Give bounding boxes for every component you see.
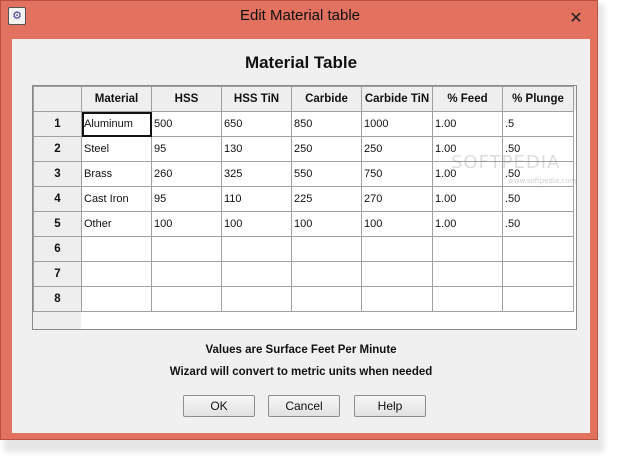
row-header[interactable]: 8 [33,286,82,312]
column-header-carbide-tin[interactable]: Carbide TiN [361,86,433,112]
page-title: Material Table [244,53,358,72]
units-note: Values are Surface Feet Per Minute [205,344,397,356]
table-cell[interactable]: Aluminum [81,111,152,137]
table-cell[interactable]: 325 [221,161,292,187]
table-cell[interactable]: 110 [221,186,292,212]
table-cell[interactable] [151,261,222,287]
table-cell[interactable] [221,236,292,262]
table-row: 4 Cast Iron 95 110 225 270 1.00.50 [33,186,574,212]
column-header-hss-tin[interactable]: HSS TiN [221,86,292,112]
table-cell[interactable]: 1.00 [432,161,503,187]
column-header-carbide[interactable]: Carbide [291,86,362,112]
table-cell[interactable]: 500 [151,111,222,137]
table-cell[interactable] [432,286,503,312]
table-cell[interactable]: 1.00 [432,186,503,212]
material-table: Material HSS HSS TiN Carbide Carbide TiN… [33,86,574,312]
table-row: 3 Brass 260 325 550 750 1.00.50 [33,161,574,187]
table-cell[interactable]: 850 [291,111,362,137]
table-cell[interactable]: 650 [221,111,292,137]
material-table-grid[interactable]: Material HSS HSS TiN Carbide Carbide TiN… [32,85,577,330]
table-cell[interactable]: .50 [502,211,574,237]
table-cell[interactable] [81,286,152,312]
table-cell[interactable]: 100 [291,211,362,237]
table-row: 5 Other 100 100 100 100 1.00.50 [33,211,574,237]
table-cell[interactable]: 250 [291,136,362,162]
table-cell[interactable] [151,286,222,312]
table-row: 6 [33,236,574,262]
table-cell[interactable] [502,286,574,312]
table-row: 2 Steel 95 130 250 250 1.00.50 [33,136,574,162]
table-cell[interactable]: 250 [361,136,433,162]
table-cell[interactable] [502,261,574,287]
table-cell[interactable]: 95 [151,186,222,212]
table-cell[interactable]: 1000 [361,111,433,137]
row-header[interactable]: 1 [33,111,82,137]
table-cell[interactable]: 270 [361,186,433,212]
row-header[interactable]: 2 [33,136,82,162]
metric-note: Wizard will convert to metric units when… [169,366,433,378]
table-header-row: Material HSS HSS TiN Carbide Carbide TiN… [33,86,574,112]
table-cell[interactable]: 95 [151,136,222,162]
row-header[interactable]: 5 [33,211,82,237]
column-header-hss[interactable]: HSS [151,86,222,112]
table-cell[interactable]: 1.00 [432,136,503,162]
table-cell[interactable] [81,261,152,287]
title-bar[interactable]: ⚙ Edit Material table ✕ [1,1,599,31]
dialog-client-area: Material Table Material HSS HSS TiN Carb… [12,39,590,433]
table-cell[interactable] [221,261,292,287]
table-row: 8 [33,286,574,312]
table-cell[interactable]: 130 [221,136,292,162]
table-cell[interactable]: Steel [81,136,152,162]
row-header[interactable]: 7 [33,261,82,287]
table-cell[interactable] [432,261,503,287]
row-header[interactable]: 3 [33,161,82,187]
table-cell[interactable] [221,286,292,312]
softpedia-watermark-url: www.softpedia.com [508,177,577,185]
column-header-material[interactable]: Material [81,86,152,112]
table-cell[interactable]: 750 [361,161,433,187]
table-cell[interactable]: .50 [502,136,574,162]
table-row: 7 [33,261,574,287]
ok-button[interactable]: OK [183,395,255,417]
table-cell[interactable] [502,236,574,262]
table-cell[interactable]: Cast Iron [81,186,152,212]
row-header[interactable]: 6 [33,236,82,262]
table-cell[interactable] [291,261,362,287]
table-cell[interactable]: 100 [151,211,222,237]
table-cell[interactable]: .5 [502,111,574,137]
cancel-button[interactable]: Cancel [268,395,340,417]
table-cell[interactable] [291,286,362,312]
corner-cell [33,86,82,112]
edit-material-window: ⚙ Edit Material table ✕ Material Table M… [0,0,618,459]
table-cell[interactable]: 260 [151,161,222,187]
row-header[interactable]: 4 [33,186,82,212]
table-cell[interactable] [361,286,433,312]
column-header-feed[interactable]: % Feed [432,86,503,112]
table-cell[interactable] [361,236,433,262]
table-cell[interactable]: 100 [361,211,433,237]
table-cell[interactable] [151,236,222,262]
table-cell[interactable]: 1.00 [432,111,503,137]
window-frame: ⚙ Edit Material table ✕ Material Table M… [0,0,598,440]
table-cell[interactable]: 1.00 [432,211,503,237]
table-cell[interactable] [291,236,362,262]
table-cell[interactable]: 100 [221,211,292,237]
table-cell[interactable] [432,236,503,262]
table-cell[interactable]: Other [81,211,152,237]
column-header-plunge[interactable]: % Plunge [502,86,574,112]
table-cell[interactable] [81,236,152,262]
table-cell[interactable]: 550 [291,161,362,187]
close-button[interactable]: ✕ [561,9,591,29]
table-cell[interactable]: Brass [81,161,152,187]
table-row: 1 Aluminum 500 650 850 1000 1.00.5 [33,111,574,137]
window-title: Edit Material table [239,7,361,24]
table-cell[interactable]: .50 [502,186,574,212]
help-button[interactable]: Help [354,395,426,417]
table-cell[interactable] [361,261,433,287]
table-cell[interactable]: 225 [291,186,362,212]
